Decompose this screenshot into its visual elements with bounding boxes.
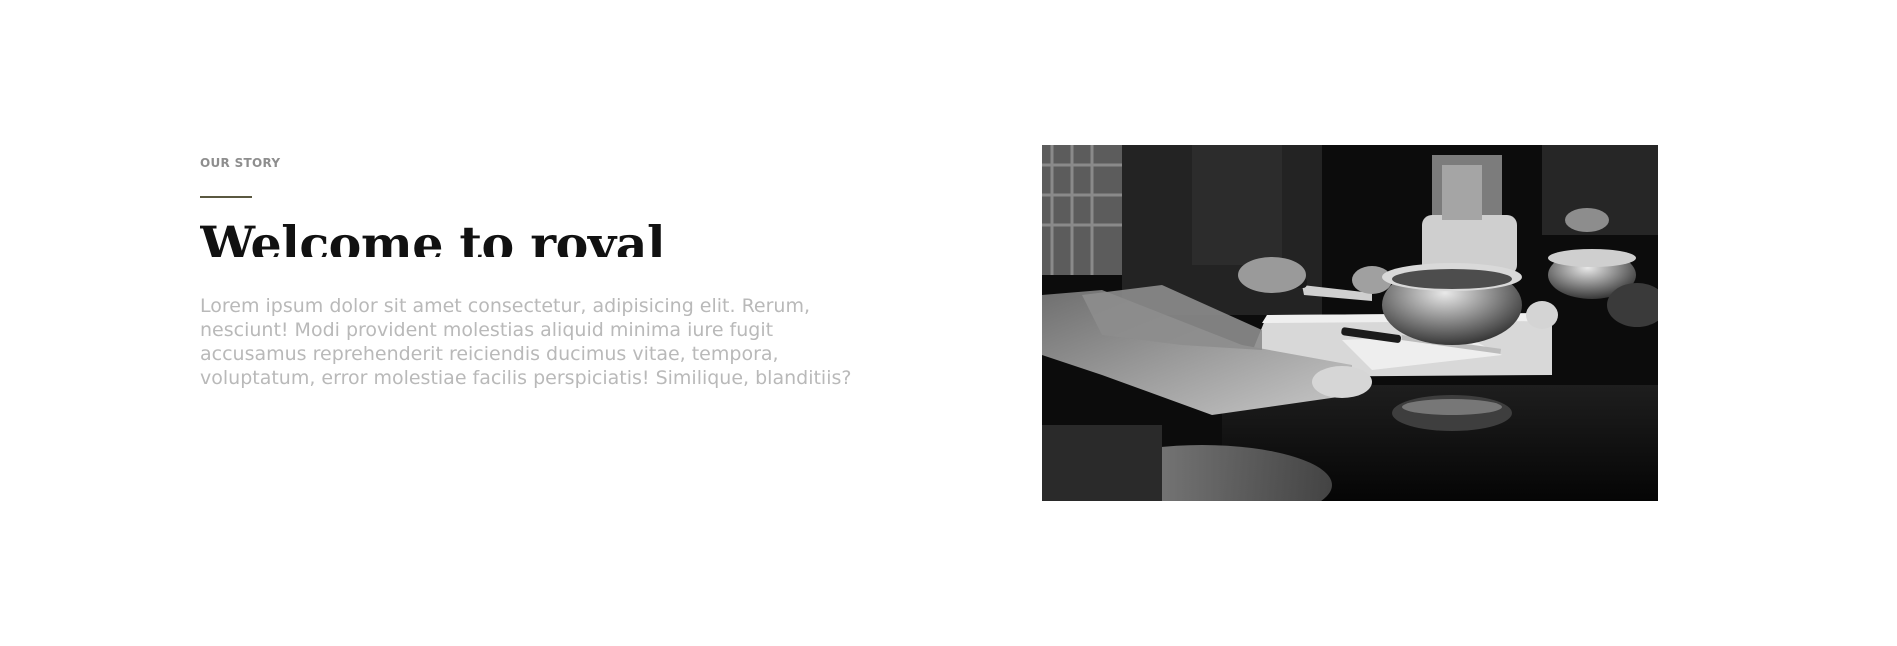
kitchen-photo: [1042, 145, 1658, 501]
section-title-wrapper: Welcome to royal: [200, 212, 720, 257]
kitchen-photo-illustration: [1042, 145, 1658, 501]
accent-divider: [200, 196, 252, 198]
section-title: Welcome to royal: [200, 215, 666, 257]
section-eyebrow: OUR STORY: [200, 156, 281, 170]
section-body-text: Lorem ipsum dolor sit amet consectetur, …: [200, 295, 852, 389]
our-story-section: OUR STORY Welcome to royal Lorem ipsum d…: [0, 0, 1897, 646]
